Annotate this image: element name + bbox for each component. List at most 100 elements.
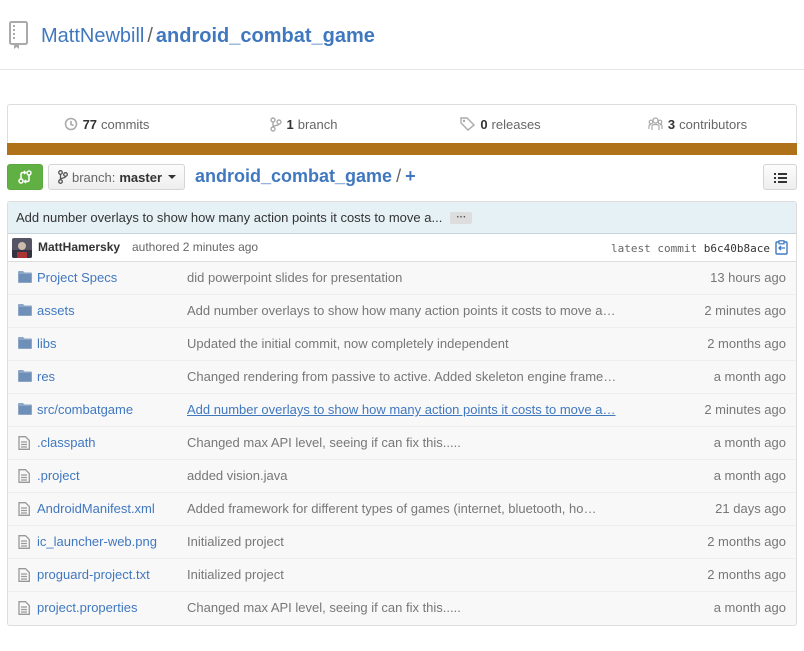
file-list-toggle-button[interactable] [763,164,797,190]
latest-commit-message[interactable]: Add number overlays to show how many act… [16,210,442,225]
table-row: assets Add number overlays to show how ma… [8,295,796,328]
file-commit-message[interactable]: Changed max API level, seeing if can fix… [187,435,461,450]
compare-icon [18,170,32,184]
file-commit-message[interactable]: did powerpoint slides for presentation [187,270,402,285]
table-row: project.properties Changed max API level,… [8,592,796,625]
branches-label: branch [297,116,338,132]
breadcrumb-separator: / [396,166,402,186]
branch-icon [269,116,282,132]
table-row: ic_launcher-web.png Initialized project 2 … [8,526,796,559]
table-row: AndroidManifest.xml Added framework for d… [8,493,796,526]
branch-select-label: branch: [72,169,116,185]
history-icon [64,117,77,131]
list-icon [773,172,787,183]
breadcrumb-repo-link[interactable]: android_combat_game [195,166,392,186]
contributors-label: contributors [679,116,748,132]
file-type-icon [18,469,30,486]
chevron-down-icon [168,175,177,179]
repo-header: MattNewbill / android_combat_game [0,0,804,70]
folder-icon [18,370,32,382]
repo-title: MattNewbill / android_combat_game [41,23,375,49]
avatar-image [12,238,32,258]
file-age: 2 months ago [707,567,786,582]
table-row: res Changed rendering from passive to act… [8,361,796,394]
table-row: src/combatgame Add number overlays to sho… [8,394,796,427]
compare-button[interactable] [7,164,43,190]
folder-icon [18,271,32,283]
folder-icon [18,337,32,349]
commits-stat[interactable]: 77 commits [8,105,205,143]
breadcrumb: android_combat_game / + [195,164,416,190]
repo-owner-link[interactable]: MattNewbill [41,25,144,47]
file-name-link[interactable]: proguard-project.txt [37,567,150,582]
commit-authored-time: authored 2 minutes ago [132,240,259,254]
table-row: .classpath Changed max API level, seeing … [8,427,796,460]
file-navigation: branch: master android_combat_game / + [7,164,797,190]
file-type-icon [18,535,30,552]
commit-author-link[interactable]: MattHamersky [38,240,120,254]
releases-label: releases [491,116,541,132]
table-row: libs Updated the initial commit, now comp… [8,328,796,361]
repo-summary: 77 commits 1 branch 0 releases 3 contributor… [7,104,797,155]
commit-sha-link[interactable]: b6c40b8ace [704,242,770,255]
file-commit-message[interactable]: added vision.java [187,468,287,483]
latest-commit-sha[interactable]: latest commit b6c40b8ace [611,242,770,255]
contributors-stat[interactable]: 3 contributors [599,105,796,143]
branches-stat[interactable]: 1 branch [205,105,402,143]
file-commit-message[interactable]: Add number overlays to show how many act… [187,402,615,417]
file-commit-message[interactable]: Initialized project [187,534,284,549]
file-age: a month ago [713,600,786,615]
file-commit-message[interactable]: Changed rendering from passive to active… [187,369,616,384]
file-text-icon [18,601,30,615]
file-name-link[interactable]: .project [37,468,80,483]
file-age: a month ago [713,369,786,384]
file-text-icon [18,436,30,450]
file-name-link[interactable]: src/combatgame [37,402,133,417]
file-name-link[interactable]: Project Specs [37,270,117,285]
file-name-link[interactable]: .classpath [37,435,96,450]
tag-icon [460,117,476,131]
file-age: a month ago [713,435,786,450]
file-text-icon [18,469,30,483]
file-commit-message[interactable]: Initialized project [187,567,284,582]
file-commit-message[interactable]: Changed max API level, seeing if can fix… [187,600,461,615]
language-bar[interactable] [7,143,797,155]
avatar[interactable] [12,238,32,258]
file-age: 2 months ago [707,534,786,549]
latest-commit-title: Add number overlays to show how many act… [8,202,796,234]
commits-label: commits [101,116,150,132]
file-type-icon [18,436,30,453]
file-age: 2 minutes ago [704,303,786,318]
releases-count: 0 [480,116,488,132]
releases-stat[interactable]: 0 releases [402,105,599,143]
file-type-icon [18,568,30,585]
new-file-button[interactable]: + [405,166,416,186]
folder-icon [18,403,32,415]
latest-commit-label: latest commit [611,242,698,255]
file-name-link[interactable]: res [37,369,55,384]
file-text-icon [18,502,30,516]
file-text-icon [18,568,30,582]
branch-select-button[interactable]: branch: master [48,164,185,190]
file-commit-message[interactable]: Added framework for different types of g… [187,501,596,516]
file-commit-message[interactable]: Updated the initial commit, now complete… [187,336,509,351]
clipboard-icon[interactable] [775,240,788,255]
file-name-link[interactable]: assets [37,303,75,318]
file-age: 2 minutes ago [704,402,786,417]
repo-book-icon [9,21,28,49]
file-type-icon [18,403,32,418]
file-name-link[interactable]: project.properties [37,600,137,615]
commits-count: 77 [82,116,98,132]
file-name-link[interactable]: AndroidManifest.xml [37,501,155,516]
file-type-icon [18,601,30,618]
file-age: 13 hours ago [710,270,786,285]
file-age: 2 months ago [707,336,786,351]
file-name-link[interactable]: ic_launcher-web.png [37,534,157,549]
file-commit-message[interactable]: Add number overlays to show how many act… [187,303,615,318]
expand-commit-button[interactable]: ··· [450,211,473,224]
file-type-icon [18,304,32,319]
organization-icon [648,117,663,130]
repo-name-link[interactable]: android_combat_game [156,25,375,47]
file-name-link[interactable]: libs [37,336,57,351]
contributors-count: 3 [667,116,676,132]
